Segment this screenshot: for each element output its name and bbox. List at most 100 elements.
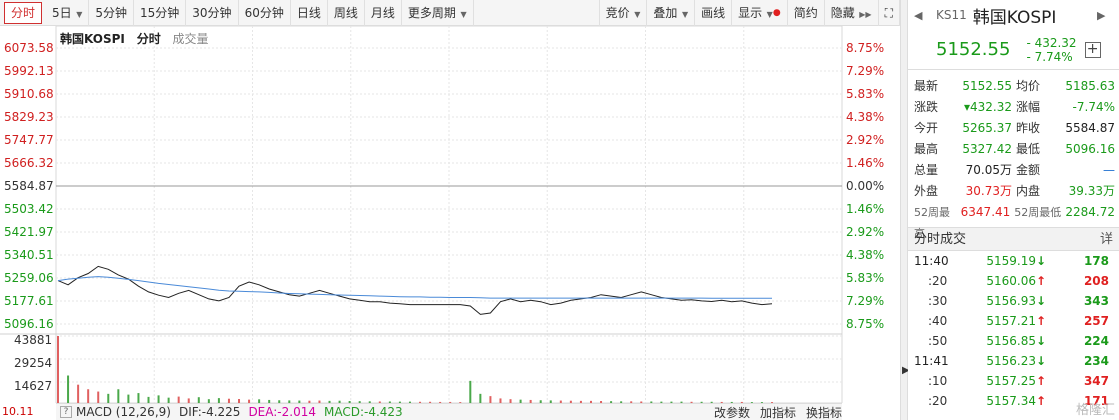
trades-header: 分时成交 详 <box>908 227 1119 251</box>
volume-tick-label: 29254 <box>14 356 52 370</box>
percent-tick-label: 8.75% <box>846 317 884 331</box>
macd-button-0[interactable]: 改参数 <box>714 404 750 420</box>
average-price-line <box>57 276 772 299</box>
panel-divider[interactable]: ▶ <box>900 0 910 420</box>
trade-time: :10 <box>928 374 948 388</box>
quote-row: 最高 5327.42 最低 5096.16 <box>908 139 1119 160</box>
quote-row: 今开 5265.37 昨收 5584.87 <box>908 118 1119 139</box>
quote-value: ▾432.32 <box>963 100 1012 114</box>
tool-button-label: 显示 <box>738 5 763 20</box>
tool-button-label: 叠加 <box>653 5 678 20</box>
trades-detail-button[interactable]: 详 <box>1100 228 1113 250</box>
volume-bar <box>157 395 160 403</box>
macd-button-1[interactable]: 加指标 <box>760 404 796 420</box>
trade-price: 5159.19 <box>986 254 1036 268</box>
symbol-code: KS11 <box>936 8 967 22</box>
intraday-chart[interactable]: 6073.58 8.75% 5992.13 7.29% 5910.68 5.83% 5829… <box>0 26 900 403</box>
period-tab-0[interactable]: 分时 <box>4 1 43 24</box>
double-arrow-right-icon: ▶▶ <box>856 9 872 19</box>
trade-volume: 347 <box>1083 374 1109 388</box>
last-price: 5152.55 <box>936 39 1011 60</box>
week52-row: 52周最高 6347.41 52周最低 2284.72 <box>908 202 1119 240</box>
period-tab-2[interactable]: 5分钟 <box>89 0 134 26</box>
trade-row: :10 5157.25 ↑ 347 <box>908 371 1119 391</box>
macd-title[interactable]: MACD (12,26,9) <box>76 405 171 419</box>
tool-button-0[interactable]: 竞价 ▼ <box>600 0 648 26</box>
dropdown-caret-icon: ▼ <box>764 9 773 19</box>
macd-button-2[interactable]: 换指标 <box>806 404 842 420</box>
week52-high-value: 6347.41 <box>960 205 1011 219</box>
macd-indicator-bar: ? MACD (12,26,9) DIF:-4.225 DEA:-2.014 M… <box>56 403 842 420</box>
period-tab-7[interactable]: 周线 <box>328 0 365 26</box>
prev-symbol-icon[interactable]: ◀ <box>914 9 928 22</box>
percent-tick-label: 0.00% <box>846 179 884 193</box>
tool-button-4[interactable]: 简约 <box>788 0 825 26</box>
period-tab-1[interactable]: 5日 ▼ <box>46 0 90 26</box>
tool-button-1[interactable]: 叠加 ▼ <box>647 0 696 26</box>
period-tab-label: 60分钟 <box>244 5 284 20</box>
volume-tick-label: 14627 <box>14 379 52 393</box>
trade-volume: 224 <box>1083 334 1109 348</box>
trades-title: 分时成交 <box>914 232 967 247</box>
tool-button-3[interactable]: 显示 ▼● <box>732 0 788 26</box>
volume-bar <box>117 389 120 403</box>
trade-row: :30 5156.93 ↓ 343 <box>908 291 1119 311</box>
period-tab-label: 更多周期 <box>407 5 456 20</box>
period-tab-3[interactable]: 15分钟 <box>134 0 187 26</box>
period-tab-label: 5日 <box>52 5 72 20</box>
dropdown-caret-icon: ▼ <box>73 9 83 19</box>
trade-row: :50 5156.85 ↓ 224 <box>908 331 1119 351</box>
arrow-down-icon: ↓ <box>1036 354 1047 368</box>
quote-value: 5265.37 <box>962 121 1012 135</box>
period-tab-4[interactable]: 30分钟 <box>186 0 239 26</box>
trade-time: :50 <box>928 334 948 348</box>
tool-button-5[interactable]: 隐藏 ▶▶ <box>825 0 879 26</box>
tool-button-2[interactable]: 画线 <box>695 0 733 26</box>
quote-value: 5152.55 <box>962 79 1012 93</box>
fullscreen-icon[interactable]: ⛶ <box>879 0 900 26</box>
macd-value: MACD:-4.423 <box>323 405 403 419</box>
percent-tick-label: 8.75% <box>846 41 884 55</box>
period-tab-label: 30分钟 <box>192 5 232 20</box>
volume-bar <box>489 396 492 403</box>
volume-bar <box>67 375 70 403</box>
trade-price: 5156.23 <box>986 354 1036 368</box>
trade-price: 5156.93 <box>986 294 1036 308</box>
volume-tick-label: 43881 <box>14 333 52 347</box>
week52-low-label: 52周最低 <box>1014 206 1062 219</box>
period-tab-6[interactable]: 日线 <box>291 0 328 26</box>
price-tick-label: 5177.61 <box>4 294 54 308</box>
price-tick-label: 5666.32 <box>4 156 54 170</box>
add-watchlist-icon[interactable]: + <box>1084 41 1101 58</box>
notification-dot-icon: ● <box>772 7 781 18</box>
quote-value: 5584.87 <box>1065 121 1115 135</box>
volume-bar <box>469 380 472 403</box>
symbol-name: 韩国KOSPI <box>972 7 1057 28</box>
arrow-down-icon: ↓ <box>1036 334 1047 348</box>
volume-bar <box>479 393 482 403</box>
quote-label: 金额 <box>1016 163 1041 177</box>
trade-row: 11:41 5156.23 ↓ 234 <box>908 351 1119 371</box>
price-tick-label: 5992.13 <box>4 64 54 78</box>
period-tab-5[interactable]: 60分钟 <box>239 0 291 26</box>
price-tick-label: 5829.23 <box>4 110 54 124</box>
quote-value: 5096.16 <box>1065 142 1115 156</box>
quote-label: 外盘 <box>914 184 939 198</box>
quote-row: 总量 70.05万 金额 — <box>908 160 1119 181</box>
volume-bar <box>127 394 130 403</box>
app-window: 分时 5日 ▼ 5分钟 15分钟 30分钟 60分钟 日线 周线 月线 更多周期 ▼ 竞价 ▼ 叠加 … <box>0 0 1119 420</box>
arrow-down-icon: ↓ <box>1036 254 1047 268</box>
arrow-up-icon: ↑ <box>1036 394 1047 408</box>
price-tick-label: 5747.77 <box>4 133 54 147</box>
percent-tick-label: 4.38% <box>846 248 884 262</box>
quote-value: 30.73万 <box>965 184 1012 198</box>
collapse-icon[interactable]: ? <box>60 406 72 418</box>
next-symbol-icon[interactable]: ▶ <box>1097 9 1111 22</box>
trade-price: 5160.06 <box>986 274 1036 288</box>
arrow-down-icon: ↓ <box>1036 294 1047 308</box>
change-value: - 432.32 <box>1026 35 1077 50</box>
trade-time: 11:41 <box>914 354 949 368</box>
quote-value: 70.05万 <box>965 163 1012 177</box>
period-tab-9[interactable]: 更多周期 ▼ <box>402 0 474 26</box>
period-tab-8[interactable]: 月线 <box>365 0 402 26</box>
